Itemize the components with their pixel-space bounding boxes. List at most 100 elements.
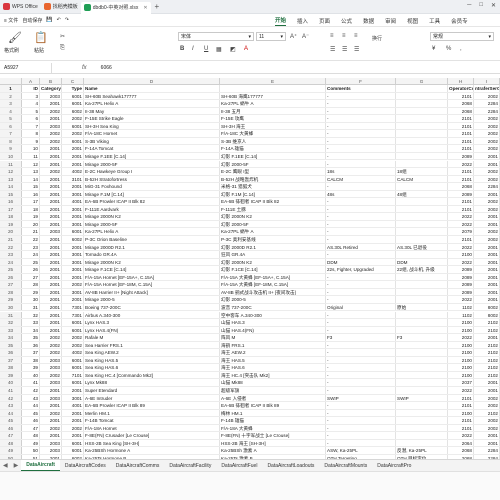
- table-cell[interactable]: 2001: [40, 296, 62, 303]
- table-cell[interactable]: 2284: [474, 447, 500, 454]
- table-cell[interactable]: 7101: [62, 371, 84, 379]
- row-number[interactable]: 22: [0, 243, 22, 251]
- table-cell[interactable]: -: [326, 439, 396, 447]
- table-cell[interactable]: OperatorCou: [448, 85, 474, 92]
- table-cell[interactable]: 17: [22, 198, 40, 205]
- table-cell[interactable]: AV-8B Harrier II+ [Night Attack]: [84, 288, 220, 296]
- row-number[interactable]: 7: [0, 130, 22, 137]
- table-cell[interactable]: [396, 205, 448, 213]
- table-cell[interactable]: F-111E 土豚: [220, 205, 326, 213]
- table-cell[interactable]: [396, 92, 448, 100]
- table-cell[interactable]: 2101: [448, 137, 474, 145]
- table-cell[interactable]: 2001: [62, 152, 84, 160]
- table-cell[interactable]: 38: [22, 356, 40, 364]
- table-cell[interactable]: 幻影 F.1M [C.14]: [220, 190, 326, 198]
- row-number[interactable]: 10: [0, 152, 22, 160]
- table-cell[interactable]: 7301: [62, 311, 84, 319]
- table-cell[interactable]: 2001: [474, 273, 500, 281]
- table-cell[interactable]: 2002: [474, 236, 500, 243]
- table-cell[interactable]: 20: [22, 220, 40, 228]
- table-cell[interactable]: DDM: [396, 258, 448, 266]
- table-cell[interactable]: Sea King HC.4 [Commando Mk2]: [84, 371, 220, 379]
- table-cell[interactable]: -: [326, 205, 396, 213]
- table-cell[interactable]: 3001: [62, 266, 84, 273]
- row-number[interactable]: 35: [0, 341, 22, 349]
- table-cell[interactable]: EA-6B Prowler ICAP II Blk 89: [84, 402, 220, 409]
- font-name-select[interactable]: 宋体 ▾: [178, 32, 254, 41]
- table-cell[interactable]: -: [326, 356, 396, 364]
- increase-font-icon[interactable]: A⁺: [290, 33, 297, 40]
- tab-review[interactable]: 审阅: [385, 17, 396, 25]
- row-number[interactable]: 15: [0, 190, 22, 198]
- table-cell[interactable]: 18组: [396, 168, 448, 175]
- table-cell[interactable]: 波音 737-200C: [220, 303, 326, 311]
- table-cell[interactable]: 2001: [62, 243, 84, 251]
- table-cell[interactable]: 反潜, Ka-25PL: [396, 447, 448, 454]
- table-cell[interactable]: 2022: [448, 213, 474, 220]
- table-cell[interactable]: 3001: [62, 220, 84, 228]
- table-cell[interactable]: 2089: [448, 273, 474, 281]
- currency-icon[interactable]: ¥: [432, 46, 435, 52]
- table-cell[interactable]: F-14B Tomcat: [84, 417, 220, 424]
- table-cell[interactable]: -: [326, 402, 396, 409]
- thousands-icon[interactable]: ,: [460, 46, 462, 52]
- table-cell[interactable]: [396, 424, 448, 432]
- table-cell[interactable]: 2100: [448, 341, 474, 349]
- table-cell[interactable]: 25: [22, 258, 40, 266]
- table-cell[interactable]: [396, 402, 448, 409]
- table-cell[interactable]: [396, 220, 448, 228]
- table-cell[interactable]: 2022: [448, 258, 474, 266]
- table-cell[interactable]: 22组, 战斗机, 升级: [396, 266, 448, 273]
- table-cell[interactable]: 2001: [474, 160, 500, 168]
- table-cell[interactable]: 2002: [62, 115, 84, 122]
- table-cell[interactable]: 2001: [40, 115, 62, 122]
- table-cell[interactable]: 2001: [474, 220, 500, 228]
- table-cell[interactable]: 6001: [62, 319, 84, 326]
- table-cell[interactable]: Airbus A.340-300: [84, 311, 220, 319]
- table-cell[interactable]: F/A-18A Hornet: [84, 424, 220, 432]
- table-cell[interactable]: 4001: [62, 402, 84, 409]
- table-cell[interactable]: F-8E(FN) 十字军战士 [Le Crouse]: [220, 432, 326, 439]
- paste-icon[interactable]: 📋: [34, 31, 48, 44]
- table-cell[interactable]: 2002: [474, 424, 500, 432]
- table-cell[interactable]: [396, 152, 448, 160]
- table-cell[interactable]: 2001: [40, 288, 62, 296]
- table-cell[interactable]: 2001: [474, 190, 500, 198]
- table-cell[interactable]: 19: [22, 213, 40, 220]
- table-cell[interactable]: 2001: [40, 266, 62, 273]
- table-cell[interactable]: 24: [22, 251, 40, 258]
- table-cell[interactable]: 29: [22, 288, 40, 296]
- table-cell[interactable]: -: [326, 137, 396, 145]
- table-cell[interactable]: 2102: [474, 326, 500, 334]
- table-cell[interactable]: CALCM: [326, 175, 396, 183]
- row-number[interactable]: 26: [0, 273, 22, 281]
- table-cell[interactable]: 2002: [40, 371, 62, 379]
- tab-page[interactable]: 页面: [319, 17, 330, 25]
- table-cell[interactable]: 2002: [474, 394, 500, 402]
- table-cell[interactable]: -: [326, 341, 396, 349]
- column-header[interactable]: C: [62, 78, 84, 84]
- table-cell[interactable]: F3: [396, 334, 448, 341]
- row-number[interactable]: 23: [0, 251, 22, 258]
- table-cell[interactable]: 2002: [474, 115, 500, 122]
- table-cell[interactable]: Sea King HAS.5: [84, 356, 220, 364]
- table-cell[interactable]: 6001: [62, 137, 84, 145]
- table-cell[interactable]: [396, 251, 448, 258]
- row-number[interactable]: 40: [0, 379, 22, 386]
- row-number[interactable]: 34: [0, 334, 22, 341]
- table-cell[interactable]: DDM: [326, 258, 396, 266]
- table-cell[interactable]: F-14B 雄猫: [220, 417, 326, 424]
- table-cell[interactable]: E-2C 鹰眼 I型: [220, 168, 326, 175]
- table-cell[interactable]: 2001: [62, 409, 84, 417]
- table-cell[interactable]: 2001: [62, 213, 84, 220]
- table-cell[interactable]: B-52H Stratofortress: [84, 175, 220, 183]
- table-cell[interactable]: 6001: [62, 326, 84, 334]
- table-cell[interactable]: 10: [22, 145, 40, 152]
- table-cell[interactable]: 48s: [326, 190, 396, 198]
- table-cell[interactable]: 海王 HAS.6: [220, 364, 326, 371]
- paste-button[interactable]: 粘贴: [34, 47, 44, 54]
- table-cell[interactable]: Name: [84, 85, 220, 92]
- table-cell[interactable]: -: [326, 160, 396, 168]
- table-cell[interactable]: 2002: [40, 137, 62, 145]
- table-cell[interactable]: SH-3H Sea King: [84, 122, 220, 130]
